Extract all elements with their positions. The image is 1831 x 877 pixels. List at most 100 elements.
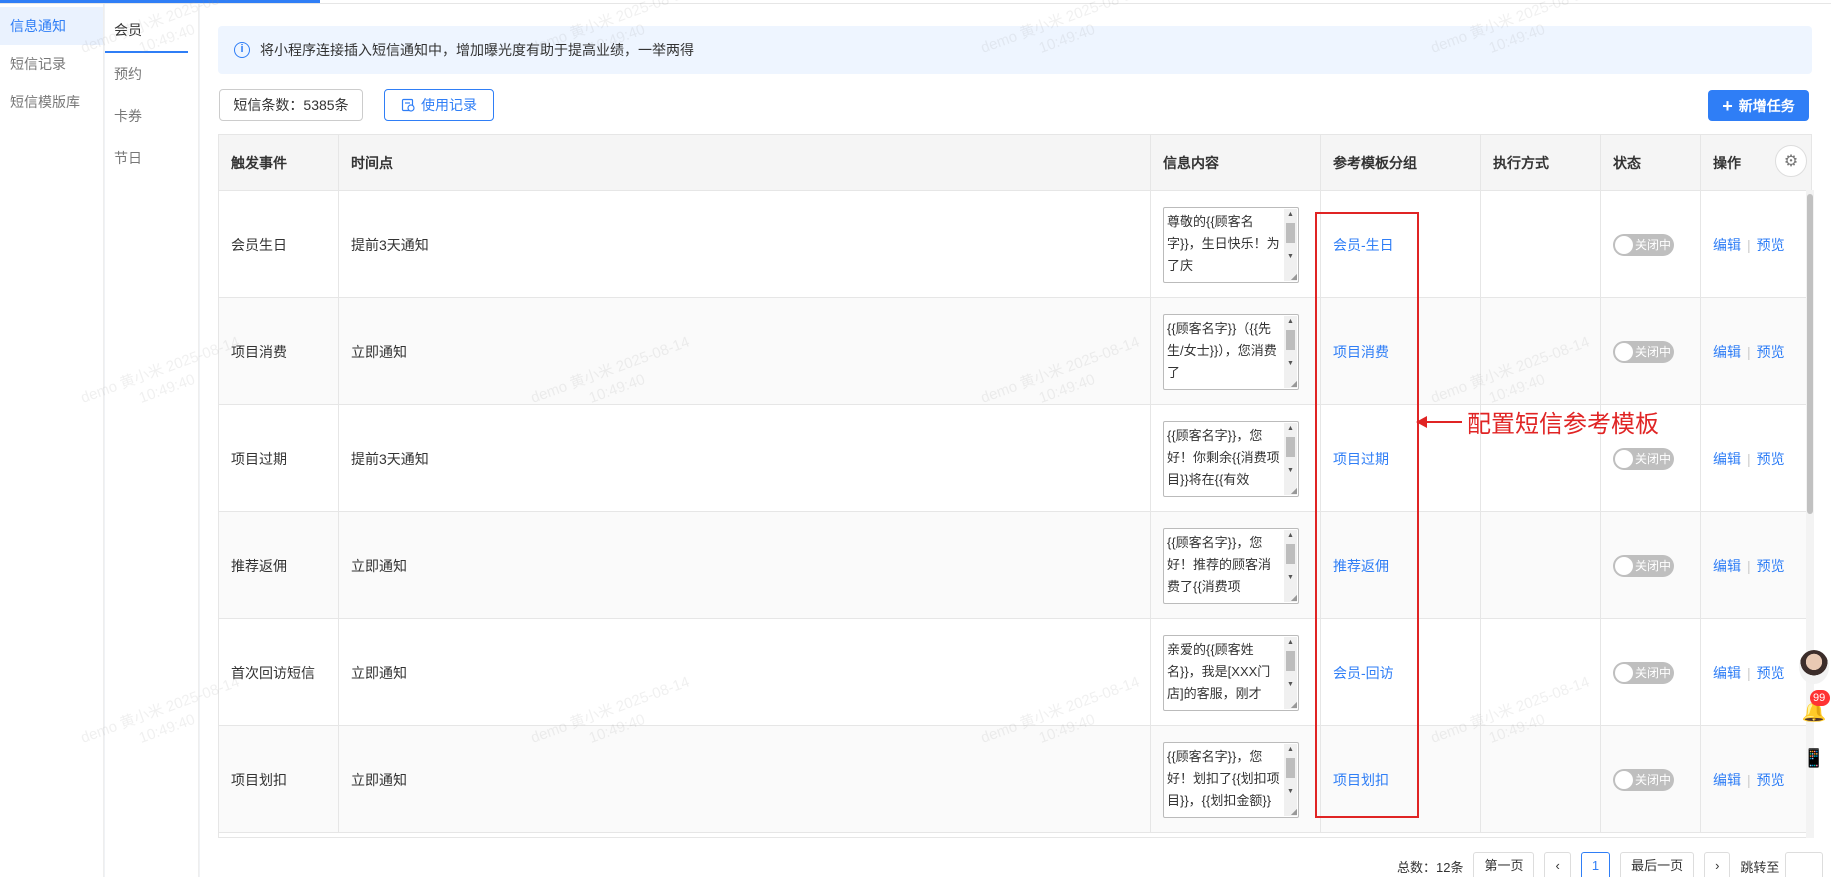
textarea-scrollbar[interactable]: ▲ ▼ (1284, 422, 1297, 495)
subnav-item-booking[interactable]: 预约 (105, 53, 188, 95)
edit-link[interactable]: 编辑 (1713, 449, 1741, 469)
subnav-item-member[interactable]: 会员 (105, 8, 188, 53)
arrow-up-icon[interactable]: ▲ (1287, 211, 1294, 219)
resize-grip-icon[interactable]: ◢ (1291, 379, 1297, 388)
next-page-button[interactable]: › (1704, 852, 1731, 877)
page-1-button[interactable]: 1 (1580, 852, 1611, 877)
chevron-right-icon: › (1715, 858, 1720, 873)
add-task-label: 新增任务 (1738, 97, 1795, 114)
resize-grip-icon[interactable]: ◢ (1291, 593, 1297, 602)
content-textarea[interactable]: {{顾客名字}}，您好！你剩余{{消费项目}}将在{{有效 ▲ ▼ ◢ (1163, 420, 1299, 497)
preview-link[interactable]: 预览 (1757, 556, 1785, 576)
resize-grip-icon[interactable]: ◢ (1291, 272, 1297, 281)
textarea-scrollbar[interactable]: ▲ ▼ (1284, 529, 1297, 602)
arrow-down-icon[interactable]: ▼ (1287, 360, 1294, 368)
content-textarea[interactable]: {{顾客名字}}（{{先生/女士}}），您消费了 ▲ ▼ ◢ (1163, 313, 1299, 390)
preview-link[interactable]: 预览 (1757, 342, 1785, 362)
prev-page-button[interactable]: ‹ (1544, 852, 1571, 877)
textarea-scroll-thumb[interactable] (1286, 222, 1295, 243)
sidebar-item-info-notify[interactable]: 信息通知 (0, 7, 103, 45)
pagination: 总数：12条 第一页 ‹ 1 最后一页 › 跳转至 (1397, 852, 1824, 877)
edit-link[interactable]: 编辑 (1713, 663, 1741, 683)
cell-time: 提前3天通知 (339, 191, 1151, 298)
content-textarea[interactable]: {{顾客名字}}，您好！推荐的顾客消费了{{消费项 ▲ ▼ ◢ (1163, 527, 1299, 604)
sidebar-item-sms-templates[interactable]: 短信模版库 (0, 83, 103, 121)
table-scrollbar[interactable] (1806, 190, 1814, 838)
total-count: 总数：12条 (1397, 859, 1464, 875)
preview-link[interactable]: 预览 (1757, 663, 1785, 683)
toggle-knob (1615, 449, 1633, 468)
arrow-down-icon[interactable]: ▼ (1287, 574, 1294, 582)
edit-link[interactable]: 编辑 (1713, 770, 1741, 790)
action-separator: | (1747, 343, 1751, 360)
support-avatar[interactable] (1799, 650, 1829, 684)
status-toggle[interactable]: 关闭中 (1613, 768, 1674, 791)
content-text: {{顾客名字}}，您好！划扣了{{划扣项目}}，{{划扣金额}} (1167, 748, 1280, 808)
action-separator: | (1747, 771, 1751, 788)
textarea-scroll-thumb[interactable] (1286, 436, 1295, 457)
resize-grip-icon[interactable]: ◢ (1291, 486, 1297, 495)
textarea-scrollbar[interactable]: ▲ ▼ (1284, 315, 1297, 388)
cell-status: 关闭中 (1601, 619, 1701, 726)
status-label: 关闭中 (1635, 344, 1672, 359)
edit-link[interactable]: 编辑 (1713, 235, 1741, 255)
content-text: {{顾客名字}}（{{先生/女士}}），您消费了 (1167, 320, 1277, 380)
sms-count-box: 短信条数：5385条 (219, 89, 363, 121)
usage-record-button[interactable]: 使用记录 (384, 89, 494, 121)
status-toggle[interactable]: 关闭中 (1613, 340, 1674, 363)
subnav-item-coupon[interactable]: 卡券 (105, 95, 188, 137)
cell-time: 提前3天通知 (339, 405, 1151, 512)
arrow-down-icon[interactable]: ▼ (1287, 253, 1294, 261)
last-page-button[interactable]: 最后一页 (1620, 852, 1695, 877)
arrow-down-icon[interactable]: ▼ (1287, 788, 1294, 796)
sidebar-item-sms-records[interactable]: 短信记录 (0, 45, 103, 83)
cell-actions: 编辑 | 预览 (1701, 512, 1811, 619)
col-trigger-event: 触发事件 (219, 135, 339, 191)
resize-grip-icon[interactable]: ◢ (1291, 700, 1297, 709)
phone-icon[interactable]: 📱 (1798, 742, 1830, 774)
first-page-button[interactable]: 第一页 (1473, 852, 1535, 877)
textarea-scroll-thumb[interactable] (1286, 543, 1295, 564)
cell-status: 关闭中 (1601, 726, 1701, 833)
content-textarea[interactable]: 尊敬的{{顾客名字}}，生日快乐！为了庆 ▲ ▼ ◢ (1163, 206, 1299, 283)
preview-link[interactable]: 预览 (1757, 770, 1785, 790)
subnav-item-holiday[interactable]: 节日 (105, 137, 188, 179)
add-task-button[interactable]: + 新增任务 (1708, 90, 1809, 121)
textarea-scroll-thumb[interactable] (1286, 329, 1295, 350)
cell-status: 关闭中 (1601, 298, 1701, 405)
resize-grip-icon[interactable]: ◢ (1291, 807, 1297, 816)
arrow-down-icon[interactable]: ▼ (1287, 467, 1294, 475)
scrollbar-thumb[interactable] (1807, 194, 1813, 514)
textarea-scroll-thumb[interactable] (1286, 650, 1295, 671)
status-toggle[interactable]: 关闭中 (1613, 233, 1674, 256)
preview-link[interactable]: 预览 (1757, 235, 1785, 255)
status-label: 关闭中 (1635, 237, 1672, 252)
content-textarea[interactable]: 亲爱的{{顾客姓名}}，我是[XXX门店]的客服，刚才 ▲ ▼ ◢ (1163, 634, 1299, 711)
cell-actions: 编辑 | 预览 (1701, 191, 1811, 298)
textarea-scrollbar[interactable]: ▲ ▼ (1284, 636, 1297, 709)
status-toggle[interactable]: 关闭中 (1613, 447, 1674, 470)
chevron-left-icon: ‹ (1555, 858, 1560, 873)
content-textarea[interactable]: {{顾客名字}}，您好！划扣了{{划扣项目}}，{{划扣金额}} ▲ ▼ ◢ (1163, 741, 1299, 818)
edit-link[interactable]: 编辑 (1713, 556, 1741, 576)
edit-link[interactable]: 编辑 (1713, 342, 1741, 362)
toggle-knob (1615, 770, 1633, 789)
cell-event: 会员生日 (219, 191, 339, 298)
preview-link[interactable]: 预览 (1757, 449, 1785, 469)
arrow-up-icon[interactable]: ▲ (1287, 639, 1294, 647)
cell-time: 立即通知 (339, 619, 1151, 726)
textarea-scrollbar[interactable]: ▲ ▼ (1284, 743, 1297, 816)
arrow-up-icon[interactable]: ▲ (1287, 425, 1294, 433)
jump-page-input[interactable] (1785, 852, 1824, 877)
cell-actions: 编辑 | 预览 (1701, 726, 1811, 833)
column-settings-button[interactable]: ⚙ (1775, 145, 1807, 177)
arrow-up-icon[interactable]: ▲ (1287, 318, 1294, 326)
status-toggle[interactable]: 关闭中 (1613, 554, 1674, 577)
arrow-up-icon[interactable]: ▲ (1287, 746, 1294, 754)
status-toggle[interactable]: 关闭中 (1613, 661, 1674, 684)
arrow-up-icon[interactable]: ▲ (1287, 532, 1294, 540)
arrow-down-icon[interactable]: ▼ (1287, 681, 1294, 689)
cell-event: 项目消费 (219, 298, 339, 405)
textarea-scroll-thumb[interactable] (1286, 757, 1295, 778)
textarea-scrollbar[interactable]: ▲ ▼ (1284, 208, 1297, 281)
